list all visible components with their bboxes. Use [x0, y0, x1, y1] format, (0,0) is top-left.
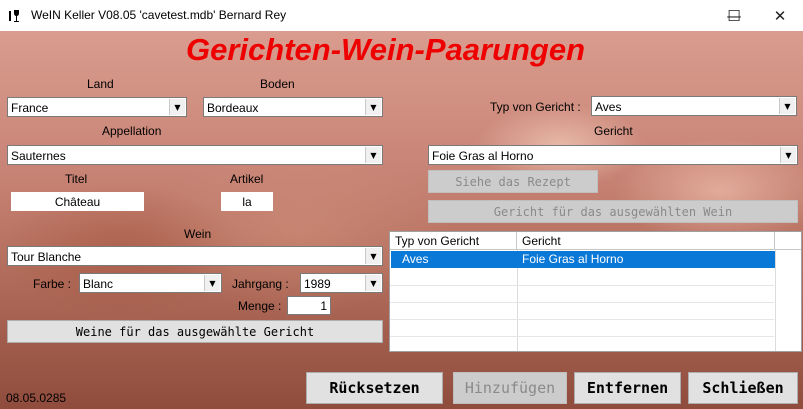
boden-value: Bordeaux: [207, 101, 259, 115]
maximize-button[interactable]: ☐: [711, 0, 757, 31]
app-window: WeIN Keller V08.05 'cavetest.mdb' Bernar…: [0, 0, 803, 409]
wein-value: Tour Blanche: [11, 250, 82, 264]
menge-input[interactable]: 1: [287, 296, 331, 315]
farbe-value: Blanc: [83, 277, 114, 291]
grid-line: [390, 302, 774, 303]
wein-label: Wein: [184, 227, 212, 241]
wein-dropdown[interactable]: Tour Blanche ▼: [7, 246, 383, 266]
page-title: Gerichten-Wein-Paarungen: [186, 32, 586, 67]
title-bar[interactable]: WeIN Keller V08.05 'cavetest.mdb' Bernar…: [0, 0, 803, 31]
column-header-filler: [775, 232, 801, 250]
chevron-down-icon[interactable]: ▼: [365, 99, 381, 115]
menge-label: Menge :: [238, 299, 282, 313]
chevron-down-icon[interactable]: ▼: [204, 275, 220, 291]
titel-label: Titel: [65, 172, 88, 186]
titel-field[interactable]: Château: [11, 192, 144, 211]
version-label: 08.05.0285: [6, 391, 67, 405]
column-header-typ[interactable]: Typ von Gericht: [390, 232, 517, 250]
table-cell-typ: Aves: [402, 252, 429, 266]
grid-line: [390, 336, 774, 337]
weine-fuer-gericht-button[interactable]: Weine für das ausgewählte Gericht: [7, 320, 383, 343]
chevron-down-icon[interactable]: ▼: [169, 99, 185, 115]
gericht-value: Foie Gras al Horno: [432, 149, 534, 163]
remove-button[interactable]: Entfernen: [574, 372, 681, 404]
jahrgang-value: 1989: [304, 277, 331, 291]
chevron-down-icon[interactable]: ▼: [365, 275, 381, 291]
artikel-label: Artikel: [230, 172, 264, 186]
close-icon: ✕: [773, 6, 787, 25]
boden-label: Boden: [260, 77, 295, 91]
grid-line: [390, 319, 774, 320]
appellation-label: Appellation: [102, 124, 162, 138]
grid-divider: [775, 250, 776, 351]
chevron-down-icon[interactable]: ▼: [779, 98, 795, 114]
typ-von-gericht-label: Typ von Gericht :: [490, 100, 581, 114]
add-button[interactable]: Hinzufügen: [453, 372, 567, 404]
boden-dropdown[interactable]: Bordeaux ▼: [203, 97, 383, 117]
appellation-dropdown[interactable]: Sauternes ▼: [7, 145, 383, 165]
land-value: France: [11, 101, 49, 115]
chevron-down-icon[interactable]: ▼: [365, 147, 381, 163]
land-label: Land: [87, 77, 114, 91]
farbe-dropdown[interactable]: Blanc ▼: [79, 273, 222, 293]
siehe-rezept-button[interactable]: Siehe das Rezept: [428, 170, 598, 193]
column-header-gericht[interactable]: Gericht: [517, 232, 775, 250]
window-title: WeIN Keller V08.05 'cavetest.mdb' Bernar…: [31, 8, 287, 22]
gericht-label: Gericht: [594, 124, 633, 138]
close-button[interactable]: Schließen: [688, 372, 798, 404]
table-row[interactable]: Aves Foie Gras al Horno: [391, 251, 775, 268]
maximize-icon: ☐: [727, 6, 741, 25]
reset-button[interactable]: Rücksetzen: [306, 372, 443, 404]
farbe-label: Farbe :: [33, 277, 72, 291]
appellation-value: Sauternes: [11, 149, 66, 163]
typ-von-gericht-value: Aves: [595, 100, 622, 114]
close-window-button[interactable]: ✕: [757, 0, 803, 31]
chevron-down-icon[interactable]: ▼: [780, 147, 796, 163]
gericht-fuer-wein-button[interactable]: Gericht für das ausgewählten Wein: [428, 200, 798, 223]
gericht-dropdown[interactable]: Foie Gras al Horno ▼: [428, 145, 798, 165]
land-dropdown[interactable]: France ▼: [7, 97, 187, 117]
client-area: Gerichten-Wein-Paarungen Land France ▼ B…: [0, 31, 803, 409]
jahrgang-dropdown[interactable]: 1989 ▼: [300, 273, 383, 293]
jahrgang-label: Jahrgang :: [232, 277, 289, 291]
chevron-down-icon[interactable]: ▼: [365, 248, 381, 264]
artikel-field[interactable]: la: [221, 192, 273, 211]
table-cell-gericht: Foie Gras al Horno: [522, 252, 624, 266]
grid-line: [390, 285, 774, 286]
wine-keller-app-icon: [9, 10, 19, 22]
typ-von-gericht-dropdown[interactable]: Aves ▼: [591, 96, 797, 116]
pairing-table[interactable]: Typ von Gericht Gericht Aves Foie Gras a…: [389, 231, 802, 352]
